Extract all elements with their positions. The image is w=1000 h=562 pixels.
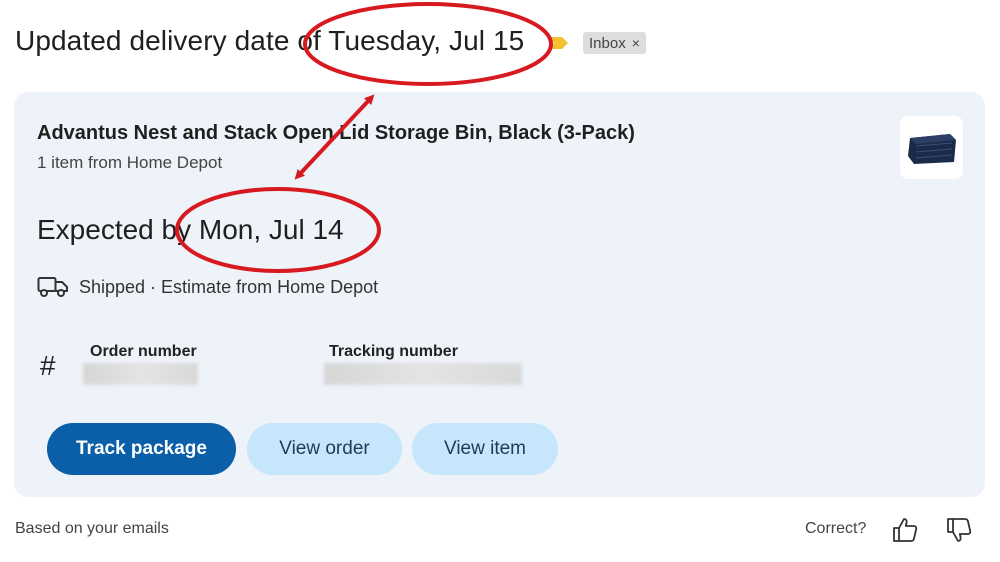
- order-number-value-redacted: [83, 363, 198, 385]
- based-on-emails-text: Based on your emails: [15, 520, 169, 537]
- track-package-button[interactable]: Track package: [47, 423, 236, 475]
- product-thumbnail[interactable]: [900, 116, 963, 179]
- tracking-number-value-redacted: [324, 363, 522, 385]
- product-title: Advantus Nest and Stack Open Lid Storage…: [37, 122, 635, 144]
- product-subtitle: 1 item from Home Depot: [37, 153, 223, 172]
- inbox-label-text: Inbox: [589, 34, 626, 52]
- hash-icon: #: [40, 350, 56, 381]
- order-number-label: Order number: [90, 343, 197, 360]
- remove-label-icon[interactable]: ×: [632, 35, 640, 51]
- shipping-status-row: Shipped · Estimate from Home Depot: [37, 276, 378, 298]
- importance-marker-icon[interactable]: [549, 35, 569, 51]
- view-order-button[interactable]: View order: [247, 423, 402, 475]
- thumbs-down-icon[interactable]: [945, 516, 973, 544]
- inbox-label-chip: Inbox ×: [583, 32, 646, 54]
- thumbs-up-icon[interactable]: [891, 516, 919, 544]
- correct-prompt: Correct?: [805, 520, 867, 537]
- storage-bin-image: [907, 133, 956, 164]
- email-subject: Updated delivery date of Tuesday, Jul 15: [15, 25, 525, 56]
- expected-delivery: Expected by Mon, Jul 14: [37, 214, 344, 245]
- delivery-card: Advantus Nest and Stack Open Lid Storage…: [14, 92, 985, 497]
- tracking-number-label: Tracking number: [329, 343, 458, 360]
- truck-icon: [37, 277, 68, 297]
- shipping-status-text: Shipped · Estimate from Home Depot: [79, 276, 379, 297]
- view-item-button[interactable]: View item: [412, 423, 558, 475]
